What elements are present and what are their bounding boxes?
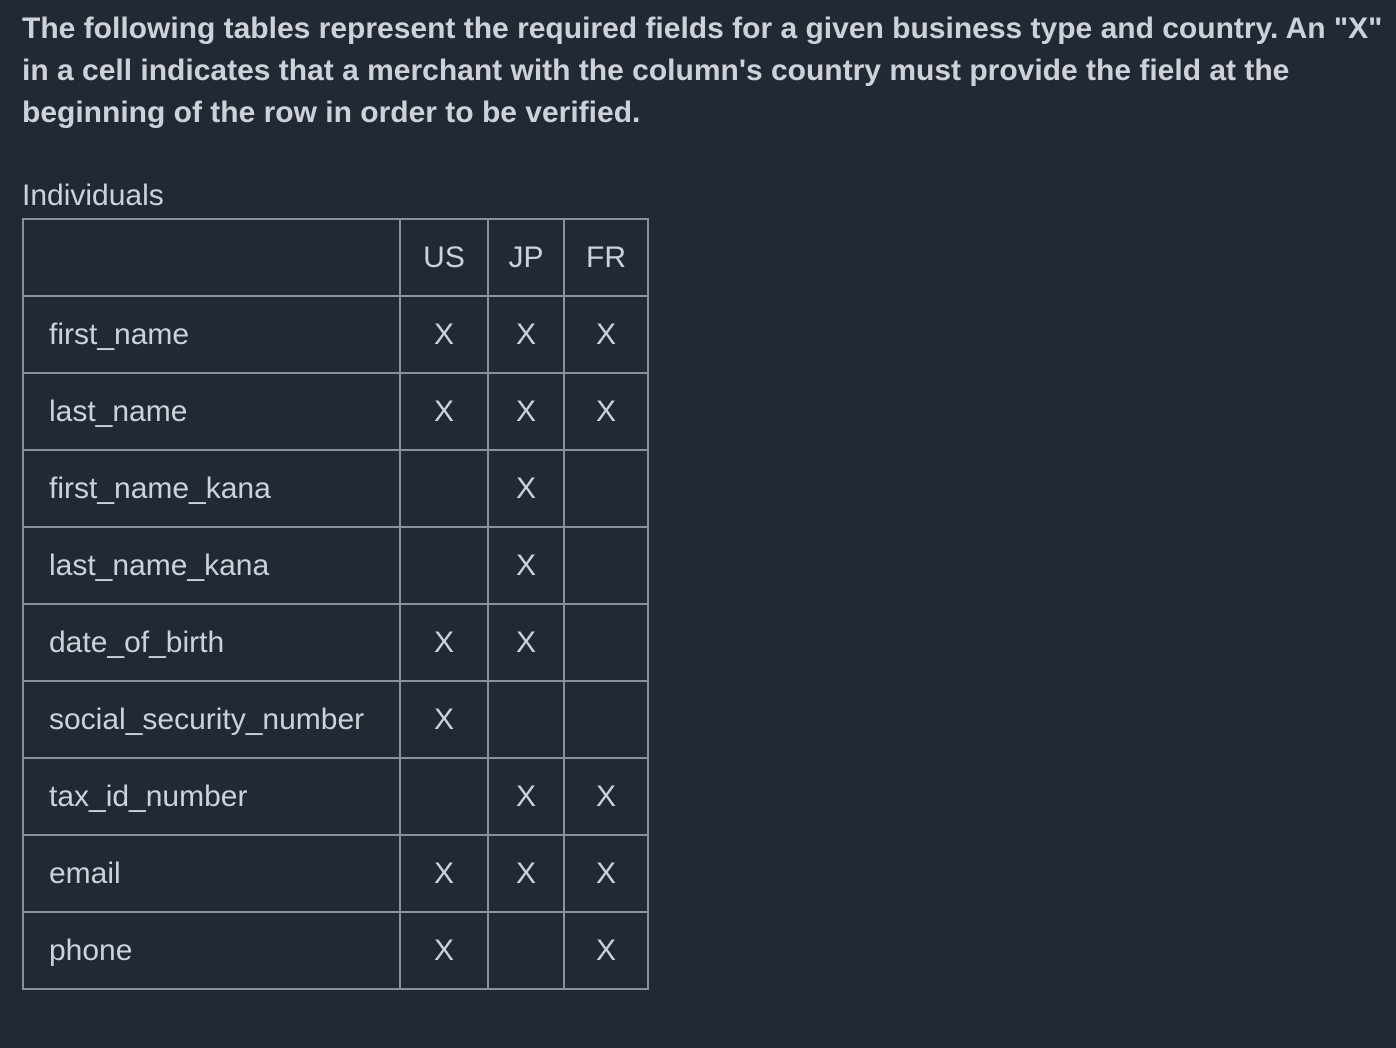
jp-cell: X <box>487 372 565 451</box>
table-row: tax_id_number X X <box>22 757 649 836</box>
us-cell: X <box>399 372 489 451</box>
column-header-us: US <box>399 218 489 297</box>
field-name-cell: social_security_number <box>22 680 401 759</box>
us-cell: X <box>399 603 489 682</box>
jp-cell: X <box>487 757 565 836</box>
us-cell <box>399 526 489 605</box>
jp-cell: X <box>487 603 565 682</box>
fr-cell: X <box>563 372 649 451</box>
table-row: last_name X X X <box>22 372 649 451</box>
required-fields-table: US JP FR first_name X X X last_name X X … <box>22 218 649 990</box>
jp-cell: X <box>487 295 565 374</box>
fr-cell: X <box>563 757 649 836</box>
field-name-cell: tax_id_number <box>22 757 401 836</box>
us-cell <box>399 449 489 528</box>
table-row: phone X X <box>22 911 649 990</box>
jp-cell <box>487 680 565 759</box>
column-header-fr: FR <box>563 218 649 297</box>
jp-cell: X <box>487 834 565 913</box>
us-cell: X <box>399 295 489 374</box>
table-row: last_name_kana X <box>22 526 649 605</box>
field-name-cell: first_name <box>22 295 401 374</box>
us-cell <box>399 757 489 836</box>
field-name-cell: first_name_kana <box>22 449 401 528</box>
field-name-cell: email <box>22 834 401 913</box>
fr-cell: X <box>563 834 649 913</box>
jp-cell <box>487 911 565 990</box>
fr-cell <box>563 603 649 682</box>
field-name-cell: last_name <box>22 372 401 451</box>
us-cell: X <box>399 911 489 990</box>
table-header-row: US JP FR <box>22 218 649 297</box>
jp-cell: X <box>487 526 565 605</box>
table-row: email X X X <box>22 834 649 913</box>
fr-cell <box>563 680 649 759</box>
intro-text: The following tables represent the requi… <box>22 12 1383 129</box>
fr-cell: X <box>563 295 649 374</box>
field-name-cell: date_of_birth <box>22 603 401 682</box>
column-header-jp: JP <box>487 218 565 297</box>
fr-cell <box>563 526 649 605</box>
us-cell: X <box>399 680 489 759</box>
section-title: Individuals <box>22 179 164 212</box>
jp-cell: X <box>487 449 565 528</box>
fr-cell: X <box>563 911 649 990</box>
column-header-field <box>22 218 401 297</box>
table-row: first_name_kana X <box>22 449 649 528</box>
table-row: first_name X X X <box>22 295 649 374</box>
table-row: date_of_birth X X <box>22 603 649 682</box>
field-name-cell: last_name_kana <box>22 526 401 605</box>
table-row: social_security_number X <box>22 680 649 759</box>
fr-cell <box>563 449 649 528</box>
field-name-cell: phone <box>22 911 401 990</box>
us-cell: X <box>399 834 489 913</box>
